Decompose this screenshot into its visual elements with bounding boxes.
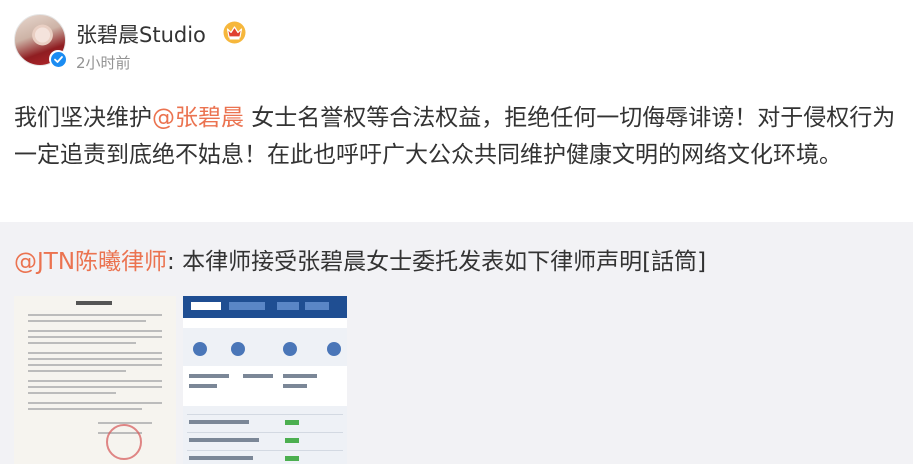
document-line	[28, 336, 162, 338]
document-line	[28, 364, 162, 366]
document-line	[28, 392, 116, 394]
site-status-tag	[285, 420, 299, 425]
seal-stamp-icon	[106, 424, 142, 460]
repost-image-court-site[interactable]	[183, 296, 347, 464]
site-text	[189, 420, 249, 424]
site-text	[189, 374, 229, 378]
repost-separator: :	[167, 249, 183, 275]
document-line	[28, 314, 162, 316]
document-line	[28, 342, 136, 344]
site-text	[189, 438, 259, 442]
document-line	[28, 330, 162, 332]
site-tab	[229, 302, 265, 310]
document-title	[76, 301, 112, 305]
document-line	[28, 386, 162, 388]
document-line	[28, 352, 162, 354]
document-line	[28, 402, 162, 404]
username-link[interactable]: 张碧晨Studio	[76, 19, 206, 49]
repost-text: @JTN陈曦律师: 本律师接受张碧晨女士委托发表如下律师声明[話筒]	[14, 246, 899, 278]
site-text	[283, 384, 307, 388]
document-line	[28, 370, 126, 372]
site-nav-icon	[193, 342, 207, 356]
post-text-part: 我们坚决维护	[14, 105, 152, 131]
verified-badge	[49, 50, 67, 68]
repost-card[interactable]: @JTN陈曦律师: 本律师接受张碧晨女士委托发表如下律师声明[話筒]	[0, 222, 913, 464]
avatar[interactable]	[14, 14, 67, 68]
post-header: 张碧晨Studio 2小时前	[14, 14, 899, 78]
site-tab	[277, 302, 299, 310]
verified-check-icon	[50, 51, 66, 67]
site-status-tag	[285, 456, 299, 461]
site-row	[187, 432, 343, 433]
site-nav-icon	[283, 342, 297, 356]
document-line	[28, 320, 146, 322]
site-nav-icon	[231, 342, 245, 356]
site-row	[187, 414, 343, 415]
site-tab	[305, 302, 329, 310]
site-text	[189, 456, 253, 460]
repost-body: 本律师接受张碧晨女士委托发表如下律师声明[話筒]	[182, 249, 707, 275]
repost-author-link[interactable]: @JTN陈曦律师	[14, 249, 167, 275]
site-text	[243, 374, 273, 378]
repost-image-document[interactable]	[14, 296, 176, 464]
document-line	[28, 358, 162, 360]
site-text	[283, 374, 317, 378]
mention-link[interactable]: @张碧晨	[152, 105, 244, 131]
document-line	[28, 380, 162, 382]
site-status-tag	[285, 438, 299, 443]
site-text	[189, 384, 217, 388]
post-body: 我们坚决维护@张碧晨 女士名誉权等合法权益，拒绝任何一切侮辱诽谤！对于侵权行为一…	[14, 100, 899, 174]
site-row	[187, 450, 343, 451]
site-topbar	[183, 296, 347, 318]
site-logo	[191, 302, 221, 310]
site-nav-icon	[327, 342, 341, 356]
document-line	[28, 408, 142, 410]
crown-badge-icon[interactable]	[223, 21, 246, 44]
site-subbar	[183, 318, 347, 328]
site-panel	[183, 366, 347, 406]
post-timestamp[interactable]: 2小时前	[76, 52, 131, 73]
